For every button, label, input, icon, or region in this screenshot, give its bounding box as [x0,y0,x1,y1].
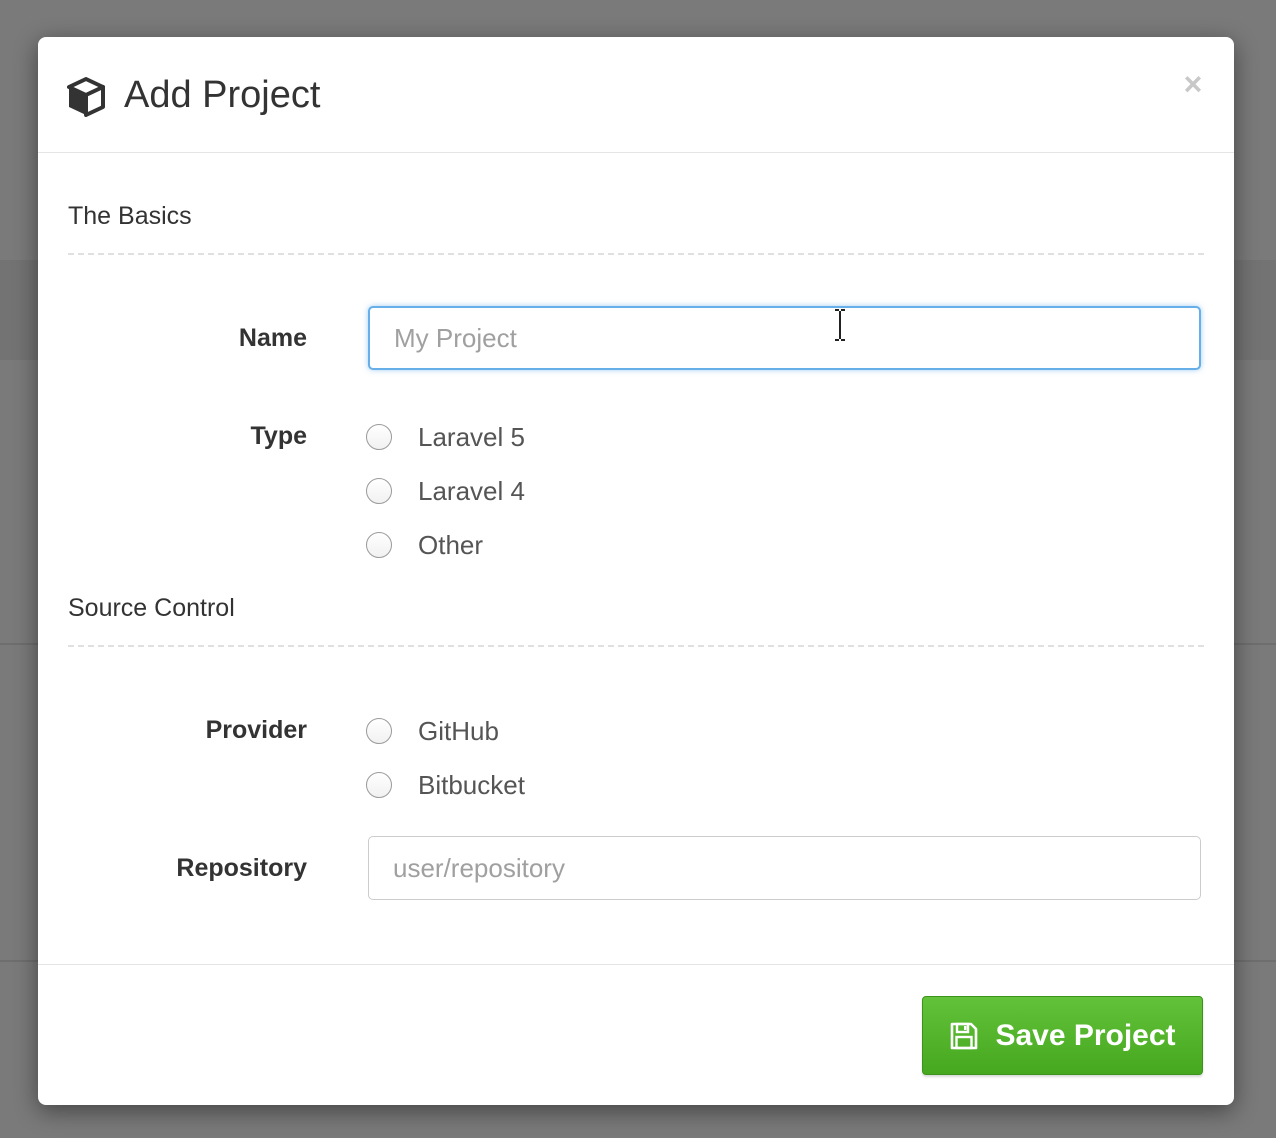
radio-label: Bitbucket [418,769,525,800]
modal-footer: Save Project [38,964,1234,1105]
radio-type-laravel-5[interactable]: Laravel 5 [366,421,525,453]
radio-button[interactable] [366,718,392,744]
save-button-label: Save Project [995,1018,1176,1052]
radio-provider-github[interactable]: GitHub [366,715,499,747]
add-project-modal: Add Project × The Basics Name Type Larav… [38,37,1234,1105]
radio-label: Laravel 4 [418,475,525,506]
save-project-button[interactable]: Save Project [922,996,1203,1075]
modal-title: Add Project [124,74,321,116]
radio-button[interactable] [366,772,392,798]
section-divider [68,645,1204,647]
radio-label: GitHub [418,715,499,746]
repository-input[interactable] [368,836,1201,900]
radio-label: Laravel 5 [418,421,525,452]
project-name-input[interactable] [368,306,1201,370]
provider-label: Provider [205,716,307,744]
radio-label: Other [418,529,484,560]
radio-button[interactable] [366,424,392,450]
section-divider [68,253,1204,255]
section-heading-source-control: Source Control [68,594,235,622]
type-label: Type [250,422,308,450]
close-icon[interactable]: × [1178,67,1208,101]
modal-header: Add Project × [38,37,1234,153]
radio-provider-bitbucket[interactable]: Bitbucket [366,769,525,801]
text-cursor-icon [835,309,845,341]
cube-icon [67,77,105,117]
radio-button[interactable] [366,478,392,504]
floppy-disk-icon [951,1022,978,1049]
radio-type-other[interactable]: Other [366,529,483,561]
radio-type-laravel-4[interactable]: Laravel 4 [366,475,525,507]
radio-button[interactable] [366,532,392,558]
name-label: Name [238,324,307,352]
repository-label: Repository [176,854,307,882]
section-heading-basics: The Basics [68,202,192,230]
